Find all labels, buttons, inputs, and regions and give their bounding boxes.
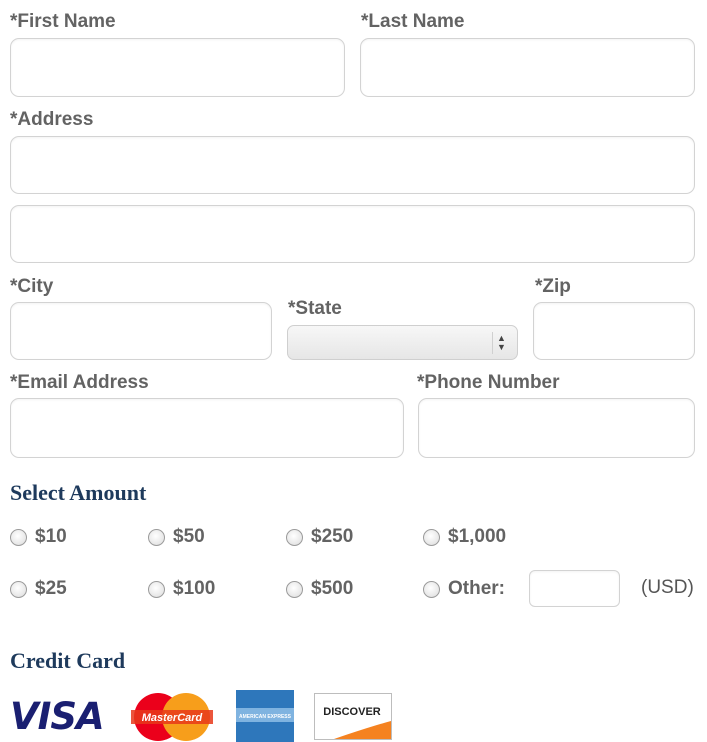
amount-radio-500[interactable]: $500 (286, 578, 353, 600)
state-select[interactable]: ▲ ▼ (287, 325, 518, 360)
radio-button[interactable] (423, 580, 440, 598)
phone-input[interactable] (418, 398, 695, 458)
amount-radio-1000[interactable]: $1,000 (423, 526, 506, 548)
radio-button[interactable] (148, 528, 165, 546)
amount-option-label: $25 (35, 578, 67, 599)
radio-button[interactable] (10, 580, 27, 598)
email-label: *Email Address (10, 372, 149, 393)
phone-label: *Phone Number (417, 372, 560, 393)
american-express-logo: AMERICAN EXPRESS (236, 690, 294, 742)
radio-button[interactable] (286, 528, 303, 546)
first-name-input[interactable] (10, 38, 345, 97)
amount-radio-other[interactable]: Other: (423, 578, 505, 600)
amount-option-label: $50 (173, 526, 205, 547)
amex-logo-text: AMERICAN EXPRESS (239, 714, 292, 720)
address-label: *Address (10, 109, 94, 130)
mastercard-logo-text: MasterCard (142, 712, 203, 724)
radio-button[interactable] (10, 528, 27, 546)
amount-option-label: $500 (311, 578, 354, 599)
amount-radio-10[interactable]: $10 (10, 526, 67, 548)
last-name-input[interactable] (360, 38, 695, 97)
other-amount-input[interactable] (529, 570, 620, 607)
amount-radio-25[interactable]: $25 (10, 578, 67, 600)
city-label: *City (10, 276, 54, 297)
email-input[interactable] (10, 398, 404, 458)
last-name-label: *Last Name (361, 11, 465, 32)
zip-label: *Zip (535, 276, 571, 297)
radio-button[interactable] (286, 580, 303, 598)
amount-option-label: Other: (448, 578, 505, 599)
discover-logo: DISCOVER (314, 693, 392, 740)
amount-option-label: $10 (35, 526, 67, 547)
mastercard-logo: MasterCard (131, 693, 213, 741)
city-input[interactable] (10, 302, 272, 360)
address-line2-input[interactable] (10, 205, 695, 263)
chevron-updown-icon: ▲ ▼ (492, 332, 510, 354)
amount-option-label: $250 (311, 526, 354, 547)
amount-option-label: $100 (173, 578, 216, 599)
address-line1-input[interactable] (10, 136, 695, 194)
amount-radio-50[interactable]: $50 (148, 526, 205, 548)
first-name-label: *First Name (10, 11, 116, 32)
amount-radio-100[interactable]: $100 (148, 578, 215, 600)
radio-button[interactable] (148, 580, 165, 598)
radio-button[interactable] (423, 528, 440, 546)
zip-input[interactable] (533, 302, 695, 360)
visa-logo-text: VISA (10, 695, 105, 738)
visa-logo: VISA (10, 695, 120, 739)
discover-logo-text: DISCOVER (323, 706, 381, 718)
amount-radio-250[interactable]: $250 (286, 526, 353, 548)
state-label: *State (288, 298, 342, 319)
amount-option-label: $1,000 (448, 526, 507, 547)
currency-note: (USD) (641, 577, 694, 598)
select-amount-heading: Select Amount (10, 480, 147, 505)
credit-card-heading: Credit Card (10, 648, 126, 673)
